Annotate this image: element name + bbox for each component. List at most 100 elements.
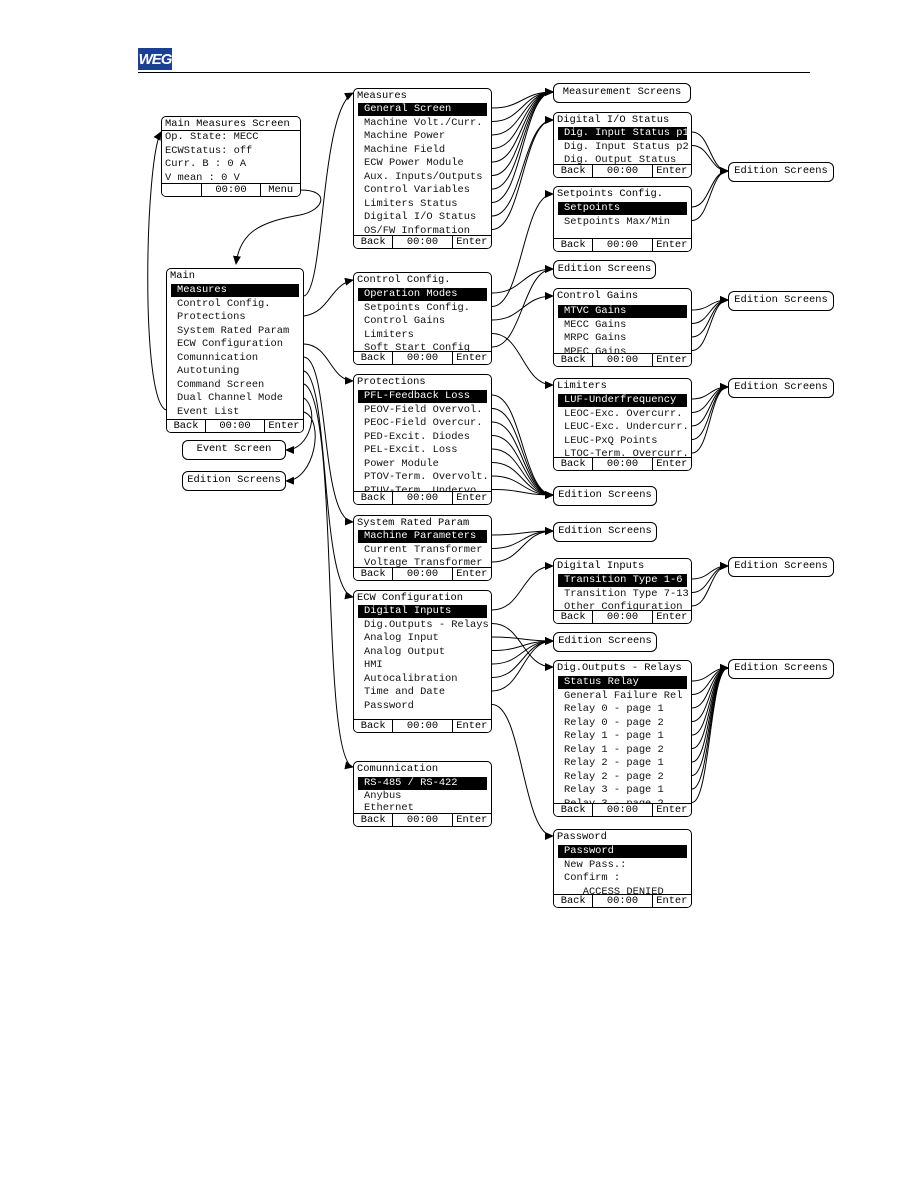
menu-item[interactable]: Relay 1 - page 2 [558, 744, 687, 757]
menu-item[interactable]: Power Module [358, 458, 487, 471]
menu-item[interactable]: Command Screen [171, 379, 299, 392]
menu-item[interactable]: ECW Power Module [358, 157, 487, 170]
link-edition-ecw[interactable]: Edition Screens [553, 632, 657, 652]
menu-item[interactable]: PEOC-Field Overcur. [358, 417, 487, 430]
back-button[interactable]: Back [554, 611, 594, 623]
menu-item[interactable]: Analog Input [358, 632, 487, 645]
link-measurement-screens[interactable]: Measurement Screens [553, 83, 691, 103]
menu-item[interactable]: Autotuning [171, 365, 299, 378]
enter-button[interactable]: Enter [451, 568, 491, 580]
menu-item[interactable]: General Screen [358, 103, 487, 116]
link-edition-prot[interactable]: Edition Screens [553, 486, 657, 506]
back-button[interactable]: Back [354, 568, 394, 580]
menu-item[interactable]: PFL-Feedback Loss [358, 390, 487, 403]
link-edition-dio[interactable]: Edition Screens [728, 162, 834, 182]
menu-item[interactable]: Password [358, 700, 487, 713]
menu-item[interactable]: Digital Inputs [358, 605, 487, 618]
menu-item[interactable]: Machine Field [358, 144, 487, 157]
menu-item[interactable]: New Pass.: [558, 859, 687, 872]
menu-item[interactable]: Time and Date [358, 686, 487, 699]
back-button[interactable]: Back [354, 814, 394, 826]
menu-item[interactable]: Analog Output [358, 646, 487, 659]
menu-item[interactable]: MRPC Gains [558, 332, 687, 345]
enter-button[interactable]: Enter [651, 354, 691, 366]
menu-item[interactable]: LEOC-Exc. Overcurr. [558, 408, 687, 421]
link-edition-di[interactable]: Edition Screens [728, 557, 834, 577]
menu-item[interactable]: Relay 3 - page 1 [558, 784, 687, 797]
menu-item[interactable]: System Rated Param [171, 325, 299, 338]
menu-item[interactable]: Password [558, 845, 687, 858]
menu-item[interactable]: Curr. B : 0 A [162, 158, 296, 171]
back-button[interactable]: Back [354, 352, 394, 364]
enter-button[interactable]: Enter [651, 458, 691, 470]
enter-button[interactable]: Enter [651, 165, 691, 177]
menu-item[interactable]: Event List [171, 406, 299, 419]
menu-item[interactable]: PTOV-Term. Overvolt. [358, 471, 489, 484]
link-event-screen[interactable]: Event Screen [182, 440, 286, 460]
link-edition-gains[interactable]: Edition Screens [728, 291, 834, 311]
menu-item[interactable]: RS-485 / RS-422 [358, 777, 487, 790]
menu-item[interactable]: Machine Volt./Curr. [358, 117, 487, 130]
menu-item[interactable]: PEOV-Field Overvol. [358, 404, 487, 417]
menu-item[interactable]: Digital I/O Status [358, 211, 487, 224]
menu-item[interactable]: LUF-Underfrequency [558, 394, 687, 407]
menu-item[interactable]: Dig. Input Status p2 [558, 141, 689, 154]
back-button[interactable] [162, 184, 202, 196]
menu-item[interactable]: Dig.Outputs - Relays [358, 619, 489, 632]
enter-button[interactable]: Enter [263, 420, 303, 432]
menu-item[interactable]: MECC Gains [558, 319, 687, 332]
link-edition-do[interactable]: Edition Screens [728, 659, 834, 679]
enter-button[interactable]: Enter [451, 236, 491, 248]
menu-item[interactable]: PEL-Excit. Loss [358, 444, 487, 457]
menu-item[interactable]: Comunnication [171, 352, 299, 365]
back-button[interactable]: Back [167, 420, 207, 432]
back-button[interactable]: Back [554, 354, 594, 366]
menu-item[interactable]: General Failure Rel [558, 690, 687, 703]
menu-item[interactable]: Machine Power [358, 130, 487, 143]
menu-item[interactable]: ECW Configuration [171, 338, 299, 351]
enter-button-menu[interactable]: Menu [260, 184, 300, 196]
menu-item[interactable]: LEUC-Exc. Undercurr. [558, 421, 689, 434]
menu-item[interactable]: Status Relay [558, 676, 687, 689]
back-button[interactable]: Back [354, 720, 394, 732]
menu-item[interactable]: Relay 0 - page 2 [558, 717, 687, 730]
menu-item[interactable]: Dig. Input Status p1 [558, 127, 689, 140]
link-edition-lim[interactable]: Edition Screens [728, 378, 834, 398]
menu-item[interactable]: ECWStatus: off [162, 145, 296, 158]
menu-item[interactable]: MTVC Gains [558, 305, 687, 318]
menu-item[interactable]: Autocalibration [358, 673, 487, 686]
back-button[interactable]: Back [554, 895, 594, 907]
menu-item[interactable]: Dual Channel Mode [171, 392, 299, 405]
link-edition-main[interactable]: Edition Screens [182, 471, 286, 491]
back-button[interactable]: Back [554, 165, 594, 177]
menu-item[interactable]: Limiters Status [358, 198, 487, 211]
menu-item[interactable]: PED-Excit. Diodes [358, 431, 487, 444]
menu-item[interactable]: Aux. Inputs/Outputs [358, 171, 487, 184]
link-edition-cc[interactable]: Edition Screens [553, 260, 656, 279]
menu-item[interactable]: Measures [171, 284, 299, 297]
menu-item[interactable]: Operation Modes [358, 288, 487, 301]
menu-item[interactable]: Limiters [358, 329, 487, 342]
menu-item[interactable]: Relay 2 - page 1 [558, 757, 687, 770]
menu-item[interactable]: Anybus [358, 790, 487, 803]
menu-item[interactable]: Control Config. [171, 298, 299, 311]
menu-item[interactable]: Current Transformer [358, 544, 487, 557]
enter-button[interactable]: Enter [651, 895, 691, 907]
back-button[interactable]: Back [354, 236, 394, 248]
menu-item[interactable]: Protections [171, 311, 299, 324]
menu-item[interactable]: Relay 2 - page 2 [558, 771, 687, 784]
menu-item[interactable]: HMI [358, 659, 487, 672]
menu-item[interactable]: Machine Parameters [358, 530, 487, 543]
link-edition-srp[interactable]: Edition Screens [553, 522, 657, 542]
enter-button[interactable]: Enter [651, 611, 691, 623]
menu-item[interactable]: LEUC-PxQ Points [558, 435, 687, 448]
back-button[interactable]: Back [554, 239, 594, 251]
enter-button[interactable]: Enter [651, 239, 691, 251]
menu-item[interactable]: Setpoints Max/Min [558, 216, 687, 229]
menu-item[interactable]: Setpoints [558, 202, 687, 215]
menu-item[interactable]: Control Variables [358, 184, 487, 197]
back-button[interactable]: Back [554, 804, 594, 816]
enter-button[interactable]: Enter [451, 352, 491, 364]
menu-item[interactable]: Relay 1 - page 1 [558, 730, 687, 743]
menu-item[interactable]: Confirm : [558, 872, 687, 885]
